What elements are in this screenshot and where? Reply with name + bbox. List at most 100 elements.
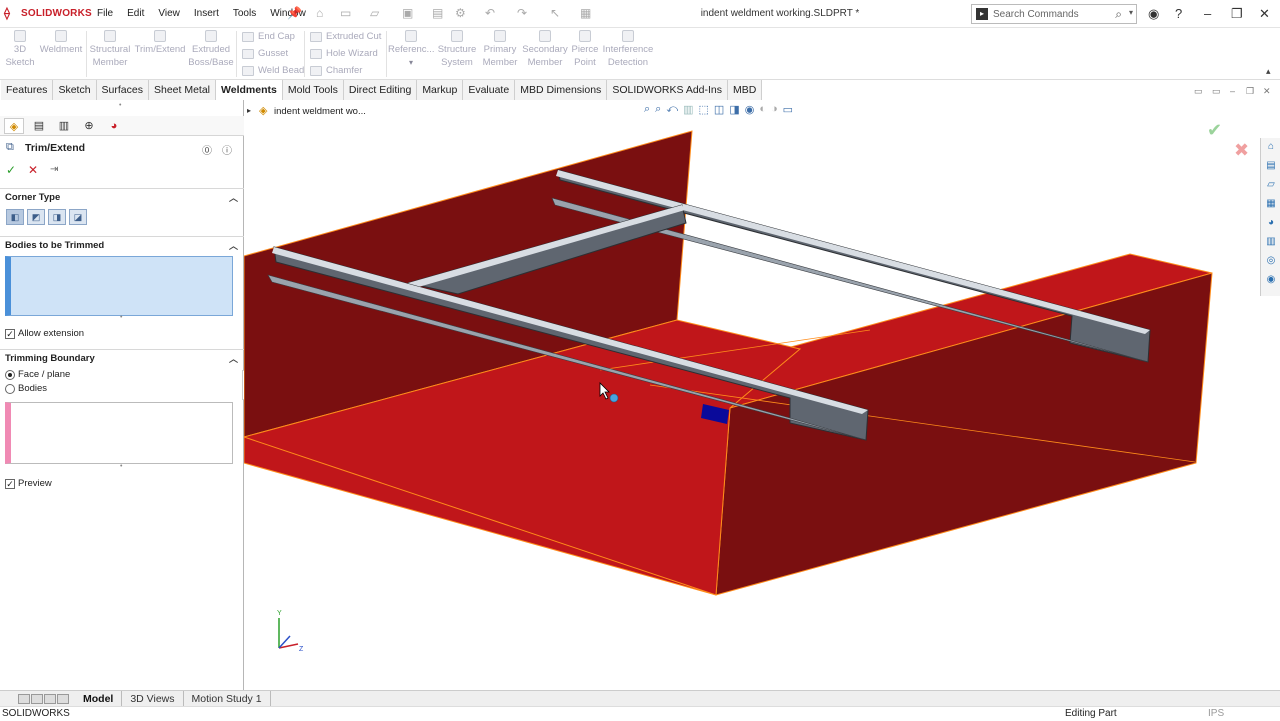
- view-settings-icon[interactable]: ▭: [783, 103, 793, 116]
- pushpin-icon[interactable]: ⇥: [50, 164, 58, 175]
- search-commands[interactable]: ▸ Search Commands ⌕ ▾: [971, 4, 1137, 24]
- display-manager-icon[interactable]: ◕: [104, 118, 124, 134]
- restore-icon[interactable]: ❐: [1231, 6, 1243, 22]
- hole-wizard-button[interactable]: Hole Wizard: [310, 48, 378, 59]
- splitter-handle[interactable]: •: [120, 463, 122, 470]
- tab-sheet-metal[interactable]: Sheet Metal: [148, 80, 217, 100]
- chevron-down-icon[interactable]: ▾: [388, 56, 434, 69]
- tab-mold-tools[interactable]: Mold Tools: [282, 80, 344, 100]
- design-library-icon[interactable]: ▤: [1264, 159, 1278, 173]
- view-palette-icon[interactable]: ▦: [1264, 197, 1278, 211]
- tab-sketch[interactable]: Sketch: [53, 80, 97, 100]
- radio-unselected-icon[interactable]: [5, 383, 15, 394]
- primary-member-button[interactable]: Primary Member: [480, 30, 520, 69]
- structure-system-button[interactable]: Structure System: [436, 30, 478, 69]
- tab-model[interactable]: Model: [75, 690, 123, 707]
- view-orientation-icon[interactable]: ◫: [714, 103, 724, 116]
- end-butt2-button[interactable]: ◪: [69, 209, 87, 225]
- tile-icon[interactable]: ▭: [1194, 86, 1203, 97]
- end-trim-button[interactable]: ◧: [6, 209, 24, 225]
- tab-direct-editing[interactable]: Direct Editing: [343, 80, 418, 100]
- prev-tab-icon[interactable]: [31, 693, 43, 704]
- tab-markup[interactable]: Markup: [417, 80, 464, 100]
- section-view-icon[interactable]: ▥: [683, 103, 693, 116]
- trim-extend-button[interactable]: Trim/Extend: [134, 30, 186, 56]
- units-indicator[interactable]: IPS: [1208, 707, 1224, 721]
- confirm-corner-cancel-icon[interactable]: ✖: [1234, 140, 1249, 161]
- dimxpert-icon[interactable]: ⊕: [79, 118, 99, 134]
- bodies-trimmed-selection-box[interactable]: [5, 256, 233, 316]
- end-butt1-button[interactable]: ◨: [48, 209, 66, 225]
- edit-appearance-icon[interactable]: ◐: [759, 103, 766, 116]
- tab-mbd-dimensions[interactable]: MBD Dimensions: [515, 80, 608, 100]
- sketch-3d-button[interactable]: 3D Sketch: [4, 30, 36, 69]
- trimming-boundary-selection-box[interactable]: [5, 402, 233, 464]
- tab-motion-study[interactable]: Motion Study 1: [184, 690, 271, 707]
- next-tab-icon[interactable]: [44, 693, 56, 704]
- extruded-cut-button[interactable]: Extruded Cut: [310, 31, 381, 42]
- whats-wrong-icon[interactable]: ⓪: [202, 142, 212, 157]
- chevron-up-icon[interactable]: ︿: [229, 189, 238, 207]
- help-icon[interactable]: ?: [1175, 6, 1182, 21]
- feature-tree-flyout[interactable]: indent weldment wo...: [274, 106, 366, 117]
- interference-detection-button[interactable]: Interference Detection: [602, 30, 654, 69]
- allow-extension-checkbox[interactable]: ✓ Allow extension: [5, 328, 84, 339]
- tab-3d-views[interactable]: 3D Views: [122, 690, 184, 707]
- solidworks-forum-icon[interactable]: ◎: [1264, 254, 1278, 268]
- tab-solidworks-addins[interactable]: SOLIDWORKS Add-Ins: [607, 80, 729, 100]
- chevron-up-icon[interactable]: ︿: [229, 237, 238, 255]
- doc-minimize-icon[interactable]: –: [1230, 86, 1235, 96]
- help-icon[interactable]: ⓘ: [222, 142, 232, 157]
- bodies-radio[interactable]: Bodies: [5, 383, 47, 394]
- search-icon[interactable]: ⌕: [1115, 7, 1122, 22]
- cancel-button[interactable]: ✕: [28, 163, 38, 177]
- secondary-member-button[interactable]: Secondary Member: [522, 30, 568, 69]
- zoom-area-icon[interactable]: ⌕: [655, 103, 661, 116]
- bodies-trimmed-section[interactable]: Bodies to be Trimmed ︿: [0, 236, 244, 254]
- structural-member-button[interactable]: Structural Member: [88, 30, 132, 69]
- user-icon[interactable]: ◉: [1148, 6, 1159, 22]
- end-miter-button[interactable]: ◩: [27, 209, 45, 225]
- close-icon[interactable]: ✕: [1259, 6, 1270, 22]
- weld-bead-button[interactable]: Weld Bead: [242, 65, 304, 76]
- tab-weldments[interactable]: Weldments: [216, 80, 283, 100]
- zoom-fit-icon[interactable]: ⌕: [644, 103, 650, 116]
- chevron-up-icon[interactable]: ︿: [229, 350, 238, 368]
- extruded-boss-button[interactable]: Extruded Boss/Base: [188, 30, 234, 69]
- last-tab-icon[interactable]: [57, 693, 69, 704]
- doc-minimize-icon[interactable]: ▭: [1212, 86, 1221, 97]
- dynamic-annotation-icon[interactable]: ⬚: [699, 103, 709, 116]
- property-manager-icon[interactable]: ▤: [29, 118, 49, 134]
- custom-properties-icon[interactable]: ▥: [1264, 235, 1278, 249]
- weldment-button[interactable]: Weldment: [38, 30, 84, 56]
- graphics-area[interactable]: Y Z ▸ ◈ indent weldment wo... ⌕ ⌕ ⤺ ▥ ⬚ …: [244, 100, 1280, 690]
- trimming-boundary-section[interactable]: Trimming Boundary ︿: [0, 349, 244, 367]
- file-explorer-icon[interactable]: ▱: [1264, 178, 1278, 192]
- end-cap-button[interactable]: End Cap: [242, 31, 295, 42]
- confirm-corner-ok-icon[interactable]: ✔: [1207, 120, 1222, 141]
- collapse-ribbon-icon[interactable]: ▴: [1266, 66, 1271, 77]
- tab-mbd[interactable]: MBD: [728, 80, 763, 100]
- previous-view-icon[interactable]: ⤺: [666, 103, 678, 116]
- display-style-icon[interactable]: ◨: [729, 103, 739, 116]
- checkbox-checked-icon[interactable]: ✓: [5, 478, 15, 489]
- tab-evaluate[interactable]: Evaluate: [463, 80, 516, 100]
- apply-scene-icon[interactable]: ◑: [771, 103, 778, 116]
- model-view[interactable]: Y Z: [244, 100, 1280, 690]
- doc-close-icon[interactable]: ✕: [1263, 86, 1271, 97]
- face-plane-radio[interactable]: Face / plane: [5, 369, 70, 380]
- pierce-point-button[interactable]: Pierce Point: [570, 30, 600, 69]
- splitter-handle[interactable]: •: [120, 314, 122, 321]
- 3dexperience-icon[interactable]: ◉: [1264, 273, 1278, 287]
- splitter-handle[interactable]: •: [119, 102, 121, 109]
- ok-button[interactable]: ✓: [6, 163, 16, 177]
- chevron-down-icon[interactable]: ▾: [1129, 8, 1133, 17]
- reference-geometry-button[interactable]: Referenc... ▾: [388, 30, 434, 69]
- solidworks-resources-icon[interactable]: ⌂: [1264, 140, 1278, 154]
- expand-tree-icon[interactable]: ▸: [247, 106, 251, 115]
- feature-manager-icon[interactable]: ◈: [4, 117, 24, 134]
- search-input[interactable]: Search Commands: [993, 9, 1079, 20]
- corner-type-section[interactable]: Corner Type ︿: [0, 188, 244, 206]
- first-tab-icon[interactable]: [18, 693, 30, 704]
- doc-restore-icon[interactable]: ❐: [1246, 86, 1254, 97]
